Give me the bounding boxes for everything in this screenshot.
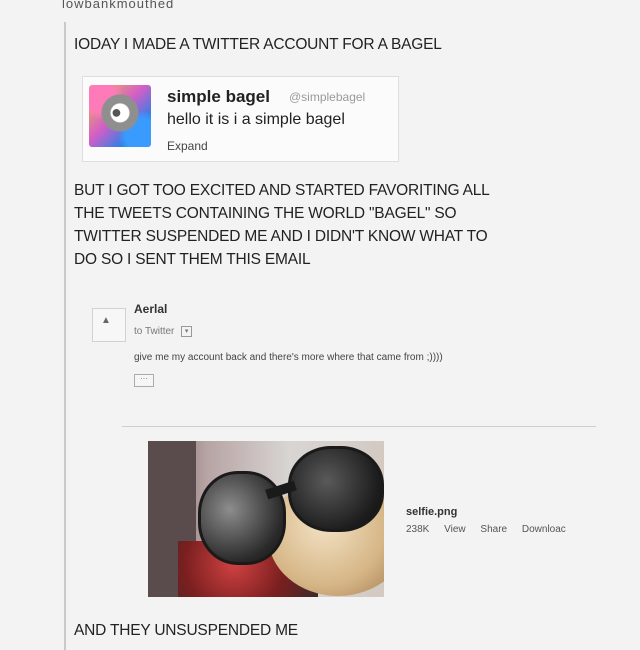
expand-link[interactable]: Expand (167, 139, 208, 153)
email-body: give me my account back and there's more… (134, 352, 443, 363)
reblog-divider (64, 22, 66, 650)
post-ending-text: AND THEY UNSUSPENDED ME (74, 622, 298, 639)
email-screenshot: ▲ Aerlal to Twitter ▾ give me my account… (82, 296, 622, 597)
attachment-divider (122, 426, 596, 427)
post-line-3: TWITTER SUSPENDED ME AND I DIDN'T KNOW W… (74, 228, 488, 245)
selfie-attachment-preview[interactable] (148, 441, 384, 597)
tweet-text: hello it is i a simple bagel (167, 111, 345, 128)
embedded-tweet[interactable]: ● simple bagel @simplebagel hello it is … (82, 76, 399, 162)
attachment-size: 238K (406, 524, 430, 535)
tweet-author-handle[interactable]: @simplebagel (289, 90, 365, 104)
cropped-header-text: lowbankmouthed (62, 0, 175, 11)
attachment-filename: selfie.png (406, 506, 458, 518)
share-link[interactable]: Share (480, 524, 507, 535)
tweet-author-name[interactable]: simple bagel (167, 87, 270, 107)
view-link[interactable]: View (444, 524, 466, 535)
show-trimmed-content-button[interactable]: ··· (134, 374, 154, 387)
post-line-4: DO SO I SENT THEM THIS EMAIL (74, 251, 311, 268)
download-link[interactable]: Downloac (522, 524, 566, 535)
post-intro-text: IODAY I MADE A TWITTER ACCOUNT FOR A BAG… (74, 36, 442, 53)
sender-avatar-icon: ▲ (92, 308, 126, 342)
post-line-1: BUT I GOT TOO EXCITED AND STARTED FAVORI… (74, 182, 490, 199)
email-sender[interactable]: Aerlal (134, 302, 167, 316)
email-recipient[interactable]: to Twitter ▾ (134, 326, 193, 338)
email-recipient-label: to Twitter (134, 326, 175, 338)
bagel-avatar-icon: ● (89, 85, 151, 147)
recipient-dropdown-icon[interactable]: ▾ (181, 326, 193, 337)
tumblr-post-screenshot: lowbankmouthed IODAY I MADE A TWITTER AC… (0, 0, 640, 650)
post-line-2: THE TWEETS CONTAINING THE WORLD "BAGEL" … (74, 205, 457, 222)
attachment-actions: 238K View Share Downloac (406, 524, 578, 535)
